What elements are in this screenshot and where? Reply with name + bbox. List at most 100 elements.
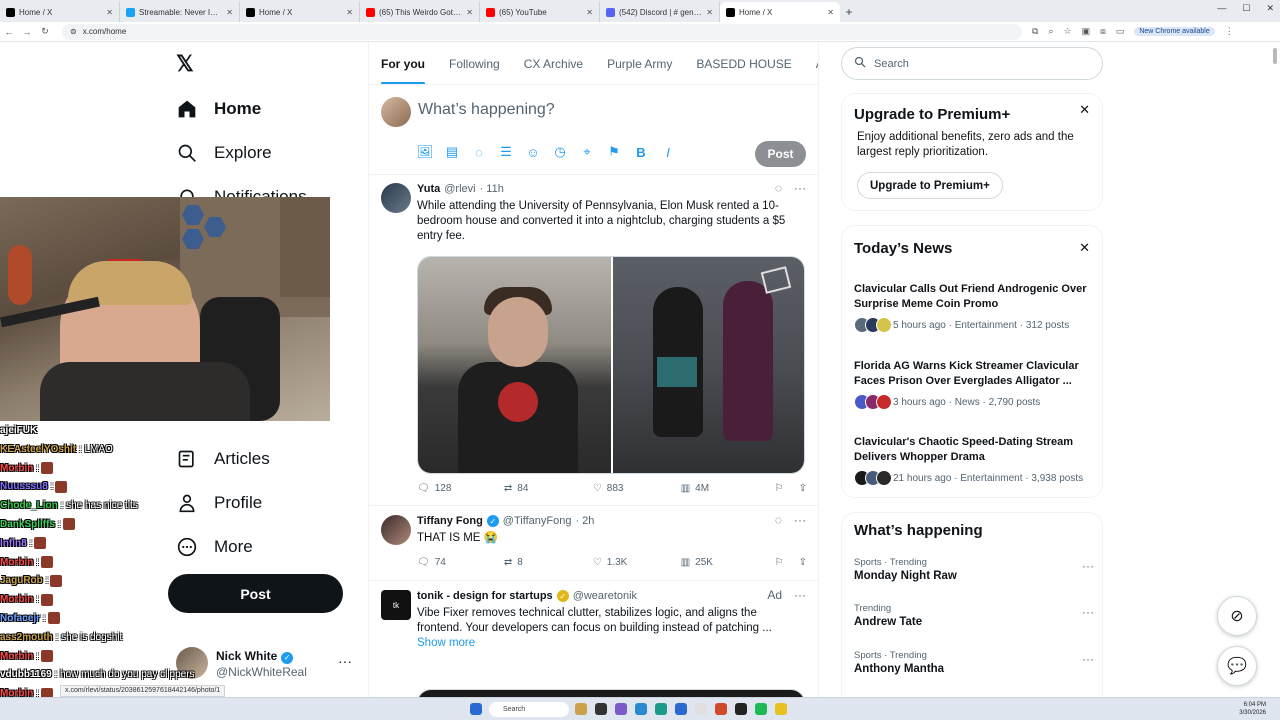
schedule-icon[interactable]: ◷: [553, 144, 567, 159]
search-box[interactable]: Search: [841, 47, 1103, 80]
start-icon[interactable]: [470, 703, 482, 715]
italic-icon[interactable]: I: [661, 145, 675, 160]
more-dots-icon[interactable]: ···: [794, 181, 806, 195]
flag-icon[interactable]: ⚑: [607, 144, 621, 159]
tweet-author-name[interactable]: Yuta: [417, 183, 440, 195]
share-button[interactable]: ⇪: [799, 557, 807, 568]
app-icon[interactable]: [655, 703, 667, 715]
new-tab-button[interactable]: +: [840, 2, 858, 22]
more-dots-icon[interactable]: ···: [794, 588, 806, 602]
news-item[interactable]: Clavicular's Chaotic Speed-Dating Stream…: [854, 435, 1094, 486]
like-button[interactable]: ♡ 883: [593, 483, 681, 494]
close-window-icon[interactable]: ✕: [1266, 3, 1274, 14]
browser-tab[interactable]: Home / X ✕: [240, 2, 360, 22]
feed-tab[interactable]: For you: [369, 42, 437, 84]
chrome-update-pill[interactable]: New Chrome available: [1134, 27, 1215, 36]
like-button[interactable]: ♡ 1.3K: [593, 557, 681, 568]
image-icon[interactable]: 🖼: [417, 144, 434, 159]
x-logo[interactable]: 𝕏: [176, 53, 198, 75]
close-icon[interactable]: ✕: [1079, 102, 1090, 118]
trend-item[interactable]: Sports · Trending Monday Night Raw ···: [854, 557, 1094, 582]
account-switcher[interactable]: Nick White ✓ @NickWhiteReal ···: [176, 645, 356, 681]
taskbar-clock[interactable]: 6:04 PM 3/30/2026: [1239, 701, 1266, 717]
more-dots-icon[interactable]: ···: [1082, 605, 1094, 619]
url-field[interactable]: ⊜ x.com/home: [62, 23, 1022, 40]
tab-close-icon[interactable]: ✕: [346, 8, 353, 17]
gif-icon[interactable]: ▤: [445, 144, 459, 159]
show-more-link[interactable]: Show more: [417, 637, 475, 649]
tweet-media[interactable]: [417, 256, 805, 474]
tweet-time[interactable]: · 11h: [480, 183, 504, 195]
tweet-author-name[interactable]: Tiffany Fong: [417, 515, 483, 527]
trend-item[interactable]: Trending Andrew Tate ···: [854, 603, 1094, 628]
tweet-photo-right[interactable]: [611, 257, 804, 473]
tab-close-icon[interactable]: ✕: [466, 8, 473, 17]
upgrade-button[interactable]: Upgrade to Premium+: [857, 172, 1003, 199]
tweet[interactable]: Tiffany Fong ✓ @TiffanyFong · 2h ◌ ··· T…: [369, 507, 818, 581]
puzzle-icon[interactable]: ⧈: [1100, 26, 1106, 37]
app-icon[interactable]: [675, 703, 687, 715]
trend-item[interactable]: Sports · Trending Anthony Mantha ···: [854, 650, 1094, 675]
search-input[interactable]: Search: [874, 58, 909, 70]
maximize-icon[interactable]: ☐: [1242, 3, 1250, 14]
feed-tab[interactable]: Ape: [804, 42, 818, 84]
site-info-icon[interactable]: ⊜: [70, 27, 77, 36]
tweet-author-handle[interactable]: @wearetonik: [573, 590, 637, 602]
grok-icon[interactable]: ◌: [775, 181, 782, 195]
ad-tweet[interactable]: tk tonik - design for startups ✓ @wearet…: [369, 582, 818, 720]
avatar[interactable]: [381, 515, 411, 545]
feed-tab[interactable]: Following: [437, 42, 512, 84]
more-dots-icon[interactable]: ···: [338, 653, 352, 669]
reply-button[interactable]: 🗨 74: [417, 557, 504, 568]
tweet-author-handle[interactable]: @rlevi: [444, 183, 475, 195]
reply-button[interactable]: 🗨 128: [417, 483, 504, 494]
avatar[interactable]: tk: [381, 590, 411, 620]
reload-icon[interactable]: ↻: [36, 26, 54, 37]
tab-search-icon[interactable]: ▭: [1116, 26, 1125, 37]
grok-icon[interactable]: ◌: [775, 513, 782, 527]
messages-fab[interactable]: 💬: [1217, 646, 1257, 686]
tweet-photo-left[interactable]: [418, 257, 611, 473]
avatar[interactable]: [381, 183, 411, 213]
browser-tab[interactable]: (65) YouTube ✕: [480, 2, 600, 22]
browser-tab[interactable]: Home / X ✕: [720, 2, 840, 22]
tweet[interactable]: Yuta @rlevi · 11h ◌ ··· While attending …: [369, 175, 818, 506]
extension-icon[interactable]: ▣: [1082, 26, 1091, 37]
browser-tab[interactable]: (65) This Weirdo Got Cooked - ✕: [360, 2, 480, 22]
views-button[interactable]: ▥ 4M: [681, 483, 775, 494]
app-icon[interactable]: [695, 703, 707, 715]
forward-icon[interactable]: →: [18, 27, 36, 37]
tweet-author-name[interactable]: tonik - design for startups: [417, 590, 553, 602]
browser-tab[interactable]: (542) Discord | # general ✕: [600, 2, 720, 22]
location-icon[interactable]: ⌖: [580, 144, 594, 159]
bold-icon[interactable]: B: [634, 145, 648, 160]
share-button[interactable]: ⇪: [799, 483, 807, 494]
app-icon[interactable]: [615, 703, 627, 715]
emoji-icon[interactable]: ☺: [526, 145, 540, 160]
tab-close-icon[interactable]: ✕: [586, 8, 593, 17]
app-icon[interactable]: [595, 703, 607, 715]
browser-tab[interactable]: Streamable: Never IRL Stream : ✕: [120, 2, 240, 22]
feed-tab[interactable]: Purple Army: [595, 42, 684, 84]
zoom-icon[interactable]: ⌕: [1048, 26, 1053, 37]
tab-close-icon[interactable]: ✕: [827, 8, 834, 17]
menu-icon[interactable]: ⋮: [1225, 26, 1234, 37]
repost-button[interactable]: ⇄ 84: [504, 483, 593, 494]
more-dots-icon[interactable]: ···: [1082, 652, 1094, 666]
app-icon[interactable]: [735, 703, 747, 715]
more-dots-icon[interactable]: ···: [1082, 559, 1094, 573]
minimize-icon[interactable]: —: [1217, 3, 1226, 14]
grok-icon[interactable]: ◌: [472, 145, 486, 160]
grok-fab[interactable]: ⊘: [1217, 596, 1257, 636]
bookmark-button[interactable]: ⚐: [775, 483, 799, 494]
close-icon[interactable]: ✕: [1079, 240, 1090, 256]
tab-close-icon[interactable]: ✕: [226, 8, 233, 17]
chrome-icon[interactable]: [715, 703, 727, 715]
more-dots-icon[interactable]: ···: [794, 513, 806, 527]
feed-tab[interactable]: BASEDD HOUSE: [684, 42, 803, 84]
spotify-icon[interactable]: [755, 703, 767, 715]
bookmark-button[interactable]: ⚐: [775, 557, 799, 568]
news-item[interactable]: Clavicular Calls Out Friend Androgenic O…: [854, 282, 1094, 333]
nav-home[interactable]: Home: [176, 98, 261, 120]
tweet-author-handle[interactable]: @TiffanyFong: [503, 515, 572, 527]
